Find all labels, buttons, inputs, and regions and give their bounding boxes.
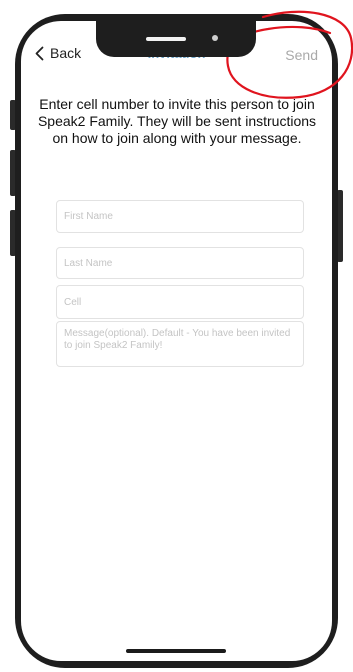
last-name-input[interactable] — [56, 247, 304, 279]
home-indicator[interactable] — [126, 649, 226, 653]
speaker-grille — [146, 37, 186, 41]
message-input[interactable] — [56, 321, 304, 367]
cell-input[interactable] — [56, 285, 304, 319]
front-camera — [212, 35, 218, 41]
phone-frame: Invitation Back Send Enter cell number t… — [15, 14, 338, 668]
phone-screen: Invitation Back Send Enter cell number t… — [21, 21, 332, 661]
instructions-text: Enter cell number to invite this person … — [37, 96, 317, 146]
first-name-input[interactable] — [56, 200, 304, 233]
phone-notch — [96, 21, 256, 57]
